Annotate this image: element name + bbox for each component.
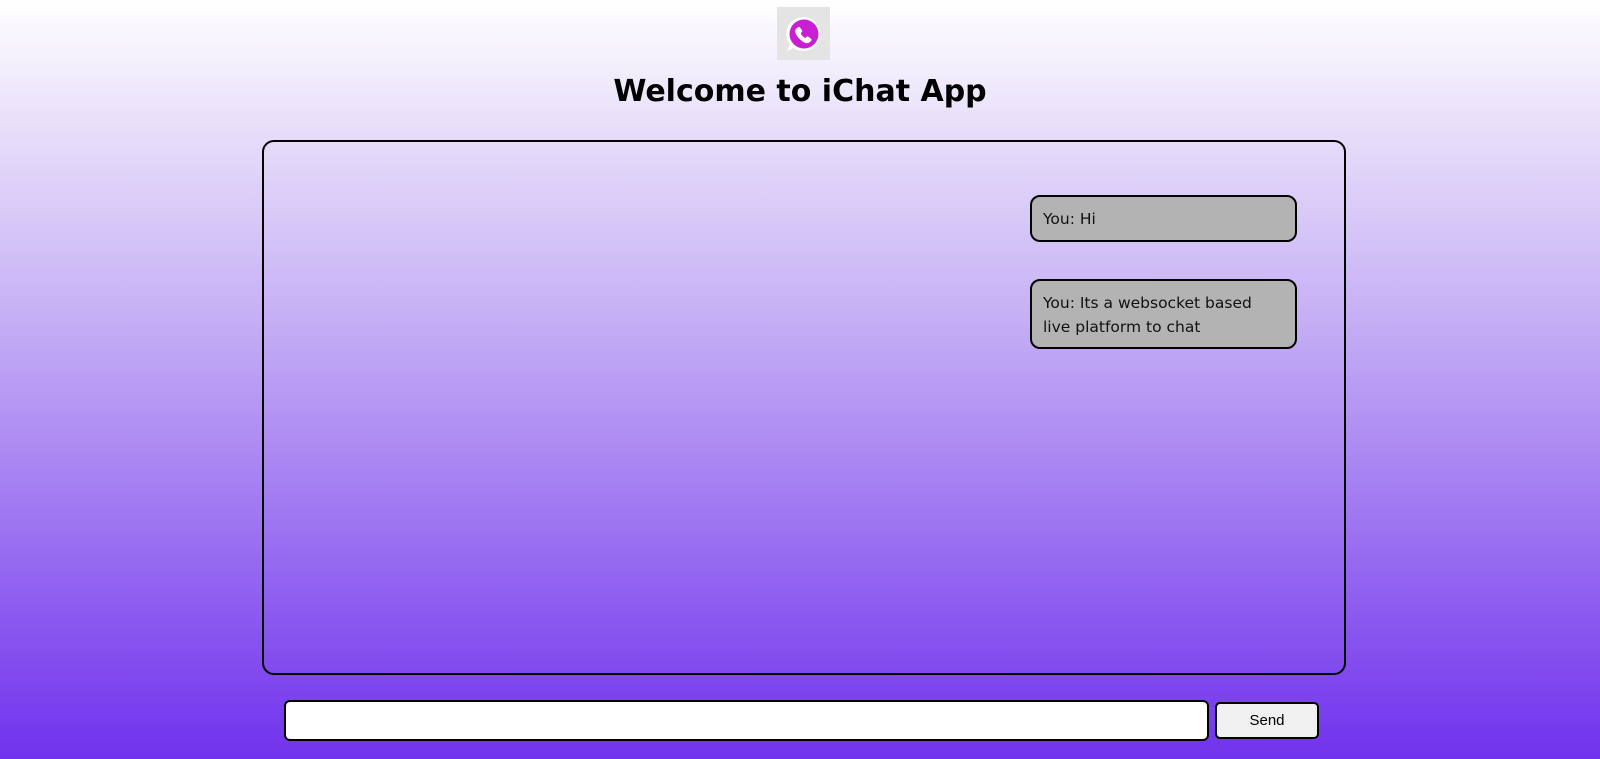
whatsapp-logo-icon <box>785 16 820 51</box>
send-button[interactable]: Send <box>1215 702 1319 739</box>
message-input[interactable] <box>284 700 1209 741</box>
chat-messages-panel[interactable]: You: Hi You: Its a websocket based live … <box>262 140 1346 675</box>
app-logo <box>777 7 830 60</box>
chat-message: You: Hi <box>1030 195 1297 242</box>
chat-message: You: Its a websocket based live platform… <box>1030 279 1297 349</box>
page-title: Welcome to iChat App <box>613 74 987 109</box>
